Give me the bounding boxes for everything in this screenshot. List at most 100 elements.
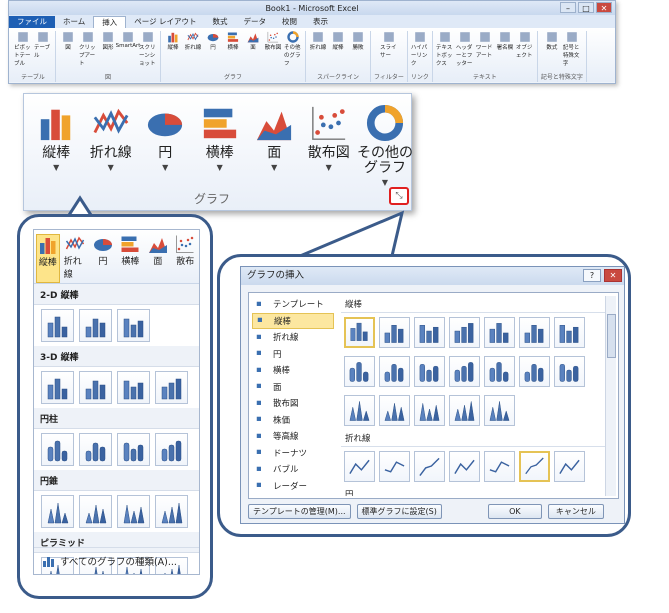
chart-type-item[interactable]: ▪ レーダー (252, 478, 334, 495)
chart-type-icon: ▪ (256, 397, 262, 408)
chart-subtype-thumbnail[interactable] (484, 317, 515, 348)
chart-subtype-icon (123, 380, 143, 400)
chart-type-item[interactable]: ▪ 折れ線 (252, 329, 334, 346)
chart-subtype-thumbnail[interactable] (79, 495, 112, 528)
chart-subtype-thumbnail[interactable] (41, 309, 74, 342)
chart-type-item[interactable]: ▪ ドーナツ (252, 445, 334, 462)
chart-type-icon: ▪ (256, 331, 262, 342)
dialog-title-bar: グラフの挿入 ? ✕ (241, 267, 624, 285)
chart-subtype-icon (350, 322, 368, 341)
help-button[interactable]: ? (583, 269, 601, 282)
chart-type-icon: ▪ (256, 480, 262, 491)
chart-subtype-thumbnail[interactable] (414, 356, 445, 387)
chart-type-label: 株価 (273, 415, 291, 426)
chart-subtype-thumbnail[interactable] (449, 317, 480, 348)
dropdown-chart-type[interactable]: 面 (146, 234, 169, 283)
chart-subtype-thumbnail[interactable] (414, 317, 445, 348)
chart-type-icon: ▪ (256, 447, 262, 458)
dropdown-chart-type[interactable]: 縦棒 (36, 234, 60, 283)
chart-subtype-icon (524, 325, 544, 343)
chart-subtype-icon (123, 504, 144, 524)
chart-type-item[interactable]: ▪ 等高線 (252, 428, 334, 445)
manage-templates-button[interactable]: テンプレートの管理(M)... (248, 504, 351, 519)
column-chart-icon (39, 238, 56, 254)
chart-type-item[interactable]: ▪ 円 (252, 346, 334, 363)
all-chart-types-link[interactable]: すべてのグラフの種類(A)... (34, 547, 199, 574)
chart-subtype-icon (349, 401, 370, 421)
chart-type-icon: ▪ (256, 430, 262, 441)
dialog-close-button[interactable]: ✕ (604, 269, 622, 282)
chart-subtype-thumbnail[interactable] (554, 317, 585, 348)
chart-type-label: ドーナツ (273, 448, 308, 459)
chart-type-item[interactable]: ▪ テンプレート (252, 296, 334, 313)
chart-subtype-thumbnail[interactable] (484, 356, 515, 387)
chart-subtype-thumbnail[interactable] (117, 433, 150, 466)
chart-subtype-thumbnail[interactable] (344, 317, 375, 348)
chart-subtype-thumbnail[interactable] (117, 495, 150, 528)
chart-subtype-thumbnail[interactable] (484, 451, 515, 482)
chart-type-item[interactable]: ▪ 面 (252, 379, 334, 396)
chart-type-icon: ▪ (256, 381, 262, 392)
chart-subtype-thumbnail[interactable] (379, 395, 410, 426)
chart-type-item[interactable]: ▪ 株価 (252, 412, 334, 429)
chart-subtype-thumbnail[interactable] (79, 309, 112, 342)
area-chart-icon (148, 238, 167, 253)
dropdown-chart-type[interactable]: 円 (91, 234, 114, 283)
chart-subtype-thumbnail[interactable] (379, 356, 410, 387)
gallery-section-title: 円柱 (34, 408, 199, 429)
chart-subtype-thumbnail[interactable] (79, 433, 112, 466)
chart-subtype-icon (419, 403, 440, 421)
chart-subtype-thumbnail[interactable] (155, 433, 188, 466)
chart-type-icon: ▪ (257, 315, 263, 326)
chart-subtype-thumbnail[interactable] (484, 395, 515, 426)
chart-subtype-thumbnail[interactable] (41, 495, 74, 528)
chart-subtype-thumbnail[interactable] (379, 317, 410, 348)
set-default-chart-button[interactable]: 標準グラフに設定(S) (356, 504, 442, 519)
chart-subtype-thumbnail[interactable] (414, 395, 445, 426)
chart-subtype-icon (47, 440, 67, 462)
chart-subtype-thumbnail[interactable] (41, 371, 74, 404)
chart-subtype-gallery: 縦棒 折れ線円 (341, 296, 606, 496)
chart-subtype-thumbnail[interactable] (344, 395, 375, 426)
chart-subtype-icon (489, 323, 509, 343)
chart-type-label: 折れ線 (273, 333, 299, 344)
dropdown-chart-type[interactable]: 横棒 (119, 234, 142, 283)
chart-subtype-icon (47, 316, 67, 338)
chart-subtype-thumbnail[interactable] (379, 451, 410, 482)
chart-subtype-thumbnail[interactable] (155, 371, 188, 404)
chart-subtype-thumbnail[interactable] (449, 451, 480, 482)
chart-subtype-thumbnail[interactable] (117, 309, 150, 342)
chart-subtype-thumbnail[interactable] (155, 495, 188, 528)
gallery-scrollbar[interactable] (605, 296, 616, 496)
chart-subtype-thumbnail[interactable] (519, 451, 550, 482)
chart-type-item[interactable]: ▪ 縦棒 (252, 312, 334, 329)
chart-subtype-thumbnail[interactable] (117, 371, 150, 404)
chart-subtype-thumbnail[interactable] (519, 317, 550, 348)
chart-subtype-thumbnail[interactable] (449, 395, 480, 426)
dropdown-chart-label: 横棒 (121, 257, 140, 267)
chart-subtype-icon (384, 461, 405, 473)
line-chart-icon (66, 236, 85, 250)
chart-subtype-icon (454, 401, 475, 421)
chart-subtype-thumbnail[interactable] (344, 451, 375, 482)
cancel-button[interactable]: キャンセル (547, 504, 604, 519)
chart-subtype-thumbnail[interactable] (554, 356, 585, 387)
dropdown-chart-type[interactable]: 散布 (174, 234, 197, 283)
chart-subtype-thumbnail[interactable] (519, 356, 550, 387)
chart-type-item[interactable]: ▪ 散布図 (252, 395, 334, 412)
chart-type-icon: ▪ (256, 414, 262, 425)
chart-subtype-thumbnail[interactable] (79, 371, 112, 404)
ok-button[interactable]: OK (487, 504, 542, 519)
chart-subtype-thumbnail[interactable] (41, 433, 74, 466)
chart-type-item[interactable]: ▪ 横棒 (252, 362, 334, 379)
dropdown-chart-types: 縦棒 折れ線 円 横棒 面 散布 (34, 230, 199, 284)
chart-type-item[interactable]: ▪ バブル (252, 461, 334, 478)
chart-subtype-thumbnail[interactable] (449, 356, 480, 387)
dropdown-chart-type[interactable]: 折れ線 (64, 234, 87, 283)
chart-subtype-thumbnail[interactable] (554, 451, 585, 482)
chart-subtype-thumbnail[interactable] (344, 356, 375, 387)
chart-type-icon: ▪ (256, 463, 262, 474)
chart-subtype-thumbnail[interactable] (414, 451, 445, 482)
chart-subtype-icon (85, 318, 105, 338)
chart-subtype-icon (123, 442, 143, 462)
